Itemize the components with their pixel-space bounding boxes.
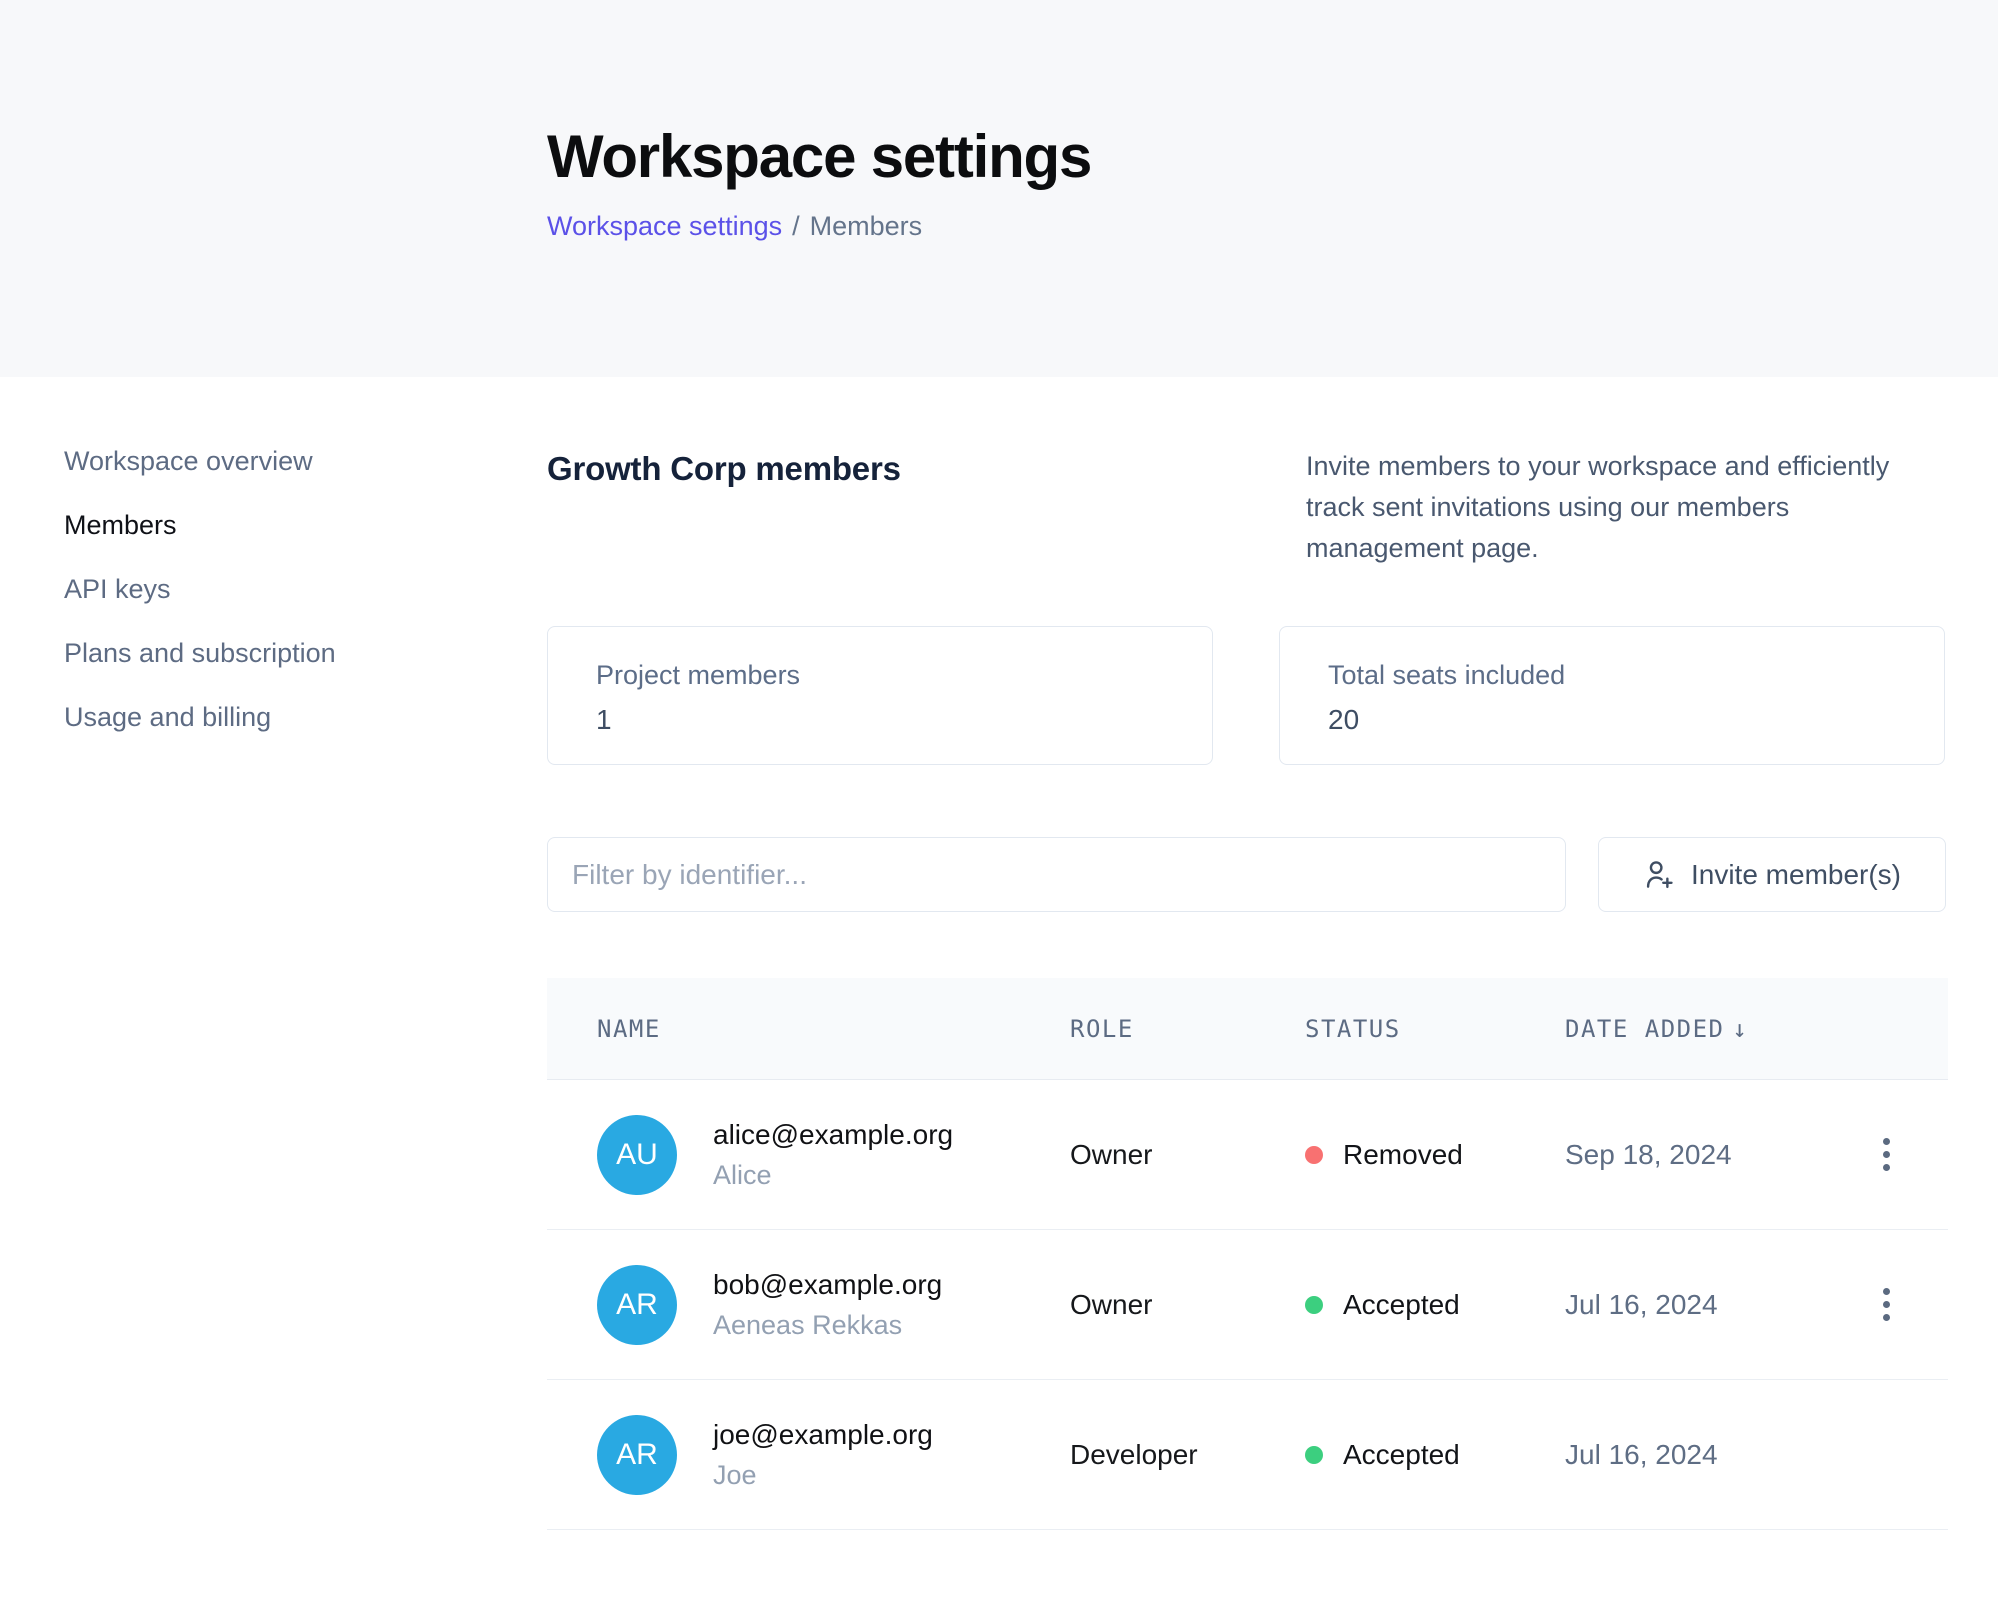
stat-card-project-members: Project members 1: [547, 626, 1213, 765]
section-description: Invite members to your workspace and eff…: [1306, 446, 1946, 569]
sidebar-item-members[interactable]: Members: [64, 511, 547, 539]
section-heading: Growth Corp members: [547, 450, 901, 488]
column-header-role: ROLE: [1070, 1015, 1305, 1043]
member-cell: AR bob@example.org Aeneas Rekkas: [597, 1265, 1070, 1345]
member-status: Accepted: [1305, 1289, 1565, 1321]
table-row: AR bob@example.org Aeneas Rekkas Owner A…: [547, 1230, 1948, 1380]
sidebar-item-api-keys[interactable]: API keys: [64, 575, 547, 603]
row-menu-button[interactable]: [1875, 1280, 1898, 1329]
members-table: NAME ROLE STATUS DATE ADDED ↓ AU alice@ex…: [547, 978, 1948, 1530]
member-role: Developer: [1070, 1439, 1305, 1471]
date-added: Jul 16, 2024: [1565, 1439, 1875, 1471]
member-email: joe@example.org: [713, 1419, 933, 1451]
column-header-date-added[interactable]: DATE ADDED ↓: [1565, 1015, 1875, 1043]
member-name: Alice: [713, 1160, 953, 1191]
stat-value: 20: [1328, 704, 1944, 736]
column-header-name: NAME: [597, 1015, 1070, 1043]
kebab-icon: [1883, 1138, 1890, 1145]
table-row: AU alice@example.org Alice Owner Removed…: [547, 1080, 1948, 1230]
page-title: Workspace settings: [547, 122, 1998, 191]
stat-card-total-seats: Total seats included 20: [1279, 626, 1945, 765]
page-header: Workspace settings Workspace settings / …: [0, 0, 1998, 377]
avatar: AR: [597, 1265, 677, 1345]
stat-value: 1: [596, 704, 1212, 736]
member-status: Removed: [1305, 1139, 1565, 1171]
breadcrumb-link-workspace-settings[interactable]: Workspace settings: [547, 211, 782, 242]
status-dot: [1305, 1146, 1323, 1164]
status-label: Accepted: [1343, 1439, 1460, 1471]
member-status: Accepted: [1305, 1439, 1565, 1471]
avatar: AR: [597, 1415, 677, 1495]
date-added: Jul 16, 2024: [1565, 1289, 1875, 1321]
column-header-label: DATE ADDED: [1565, 1015, 1725, 1043]
invite-members-label: Invite member(s): [1691, 859, 1901, 891]
status-dot: [1305, 1446, 1323, 1464]
status-label: Removed: [1343, 1139, 1463, 1171]
member-name: Joe: [713, 1460, 933, 1491]
breadcrumb-current: Members: [810, 211, 923, 242]
user-plus-icon: [1643, 858, 1677, 892]
filter-row: Invite member(s): [547, 837, 1946, 912]
member-email: alice@example.org: [713, 1119, 953, 1151]
member-role: Owner: [1070, 1289, 1305, 1321]
sidebar-item-usage-and-billing[interactable]: Usage and billing: [64, 703, 547, 731]
sidebar-item-plans-and-subscription[interactable]: Plans and subscription: [64, 639, 547, 667]
members-intro: Growth Corp members Invite members to yo…: [547, 450, 1946, 569]
stats-row: Project members 1 Total seats included 2…: [547, 626, 1946, 765]
settings-sidebar: Workspace overview Members API keys Plan…: [0, 377, 547, 1530]
breadcrumb: Workspace settings / Members: [547, 211, 1998, 242]
stat-label: Total seats included: [1328, 660, 1944, 691]
avatar: AU: [597, 1115, 677, 1195]
status-dot: [1305, 1296, 1323, 1314]
member-email: bob@example.org: [713, 1269, 942, 1301]
sidebar-item-workspace-overview[interactable]: Workspace overview: [64, 447, 547, 475]
table-row: AR joe@example.org Joe Developer Accepte…: [547, 1380, 1948, 1530]
status-label: Accepted: [1343, 1289, 1460, 1321]
invite-members-button[interactable]: Invite member(s): [1598, 837, 1946, 912]
column-header-status: STATUS: [1305, 1015, 1565, 1043]
member-cell: AU alice@example.org Alice: [597, 1115, 1070, 1195]
date-added: Sep 18, 2024: [1565, 1139, 1875, 1171]
kebab-icon: [1883, 1288, 1890, 1295]
stat-label: Project members: [596, 660, 1212, 691]
table-header-row: NAME ROLE STATUS DATE ADDED ↓: [547, 978, 1948, 1080]
filter-input[interactable]: [547, 837, 1566, 912]
member-name: Aeneas Rekkas: [713, 1310, 942, 1341]
member-role: Owner: [1070, 1139, 1305, 1171]
sort-descending-icon: ↓: [1733, 1015, 1749, 1043]
member-cell: AR joe@example.org Joe: [597, 1415, 1070, 1495]
row-menu-button[interactable]: [1875, 1130, 1898, 1179]
members-main: Growth Corp members Invite members to yo…: [547, 377, 1946, 1530]
breadcrumb-separator: /: [792, 211, 800, 242]
